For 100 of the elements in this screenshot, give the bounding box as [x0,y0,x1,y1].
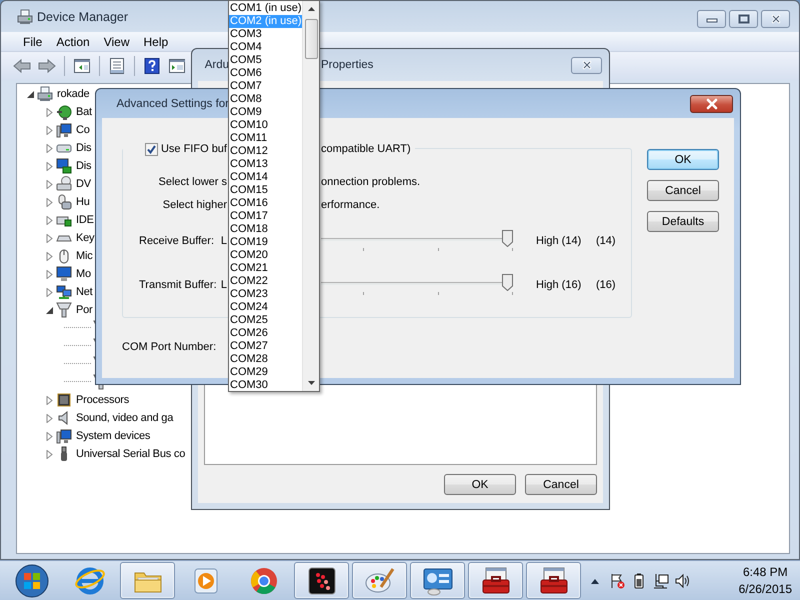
window-pane-icon[interactable] [74,58,90,74]
device-icon [56,194,72,210]
tree-item[interactable]: Co [76,124,90,136]
down-arrow-icon[interactable] [308,381,314,385]
scrollbar[interactable] [302,1,319,391]
menu-item[interactable]: View [96,34,136,48]
expand-arrow-icon[interactable] [45,306,54,314]
list-item[interactable]: COM1 (in use) [229,2,302,15]
list-item[interactable]: COM7 [229,80,302,93]
close-button[interactable] [571,56,602,74]
list-item[interactable]: COM10 [229,119,302,132]
dialog-button[interactable]: Cancel [525,474,597,495]
list-item[interactable]: COM18 [229,223,302,236]
list-item[interactable]: COM25 [229,314,302,327]
list-item[interactable]: COM11 [229,132,302,145]
field-label: Receive Buffer: [139,235,214,247]
list-item[interactable]: COM21 [229,262,302,275]
speaker-icon[interactable] [675,572,691,588]
taskbar-button[interactable] [410,562,465,599]
tree-item[interactable]: Mic [76,250,93,262]
list-item[interactable]: COM26 [229,327,302,340]
checkbox-label: Use FIFO buf [160,143,227,155]
slider-thumb[interactable] [502,274,513,291]
flag-icon[interactable] [609,572,625,588]
close-button[interactable] [690,95,733,113]
tree-item[interactable]: Dis [76,160,92,172]
dialog-button[interactable]: Defaults [647,211,719,232]
expand-arrow-icon[interactable] [26,90,35,98]
dialog-title: Properties [321,59,374,71]
tree-item[interactable]: DV [76,178,91,190]
tree-item[interactable]: rokade [57,88,90,100]
clock[interactable]: 6:48 PM 6/26/2015 [738,564,792,598]
list-item[interactable]: COM23 [229,288,302,301]
clock-date: 6/26/2015 [738,580,792,598]
menu-item[interactable]: Action [49,34,97,48]
list-item[interactable]: COM14 [229,171,302,184]
tree-item[interactable]: System devices [76,430,150,442]
taskbar-button[interactable] [294,562,349,599]
help-icon[interactable] [144,58,160,74]
list-item[interactable]: COM8 [229,93,302,106]
list-item[interactable]: COM4 [229,41,302,54]
tree-item[interactable]: Processors [76,394,130,406]
tree-item[interactable]: Net [76,286,93,298]
tree-item[interactable]: Mo [76,268,91,280]
list-item[interactable]: COM9 [229,106,302,119]
list-item[interactable]: COM30 [229,379,302,392]
tree-item[interactable]: Key [76,232,94,244]
list-item[interactable]: COM17 [229,210,302,223]
list-item[interactable]: COM20 [229,249,302,262]
disc-drive-icon [56,176,72,192]
list-item[interactable]: COM19 [229,236,302,249]
network-icon [56,284,72,300]
scroll-thumb[interactable] [304,19,318,59]
browser-icon [74,564,106,596]
forward-arrow-icon[interactable] [38,58,56,74]
close-icon [770,13,782,25]
scale-label: High (16) [536,279,582,291]
taskbar-button[interactable] [526,562,581,599]
checkbox-label: compatible UART) [321,143,411,155]
minimize-button[interactable] [697,10,726,28]
menu-item[interactable]: Help [136,34,176,48]
dialog-button[interactable]: OK [647,149,719,170]
network-icon[interactable] [653,572,669,588]
list-item[interactable]: COM27 [229,340,302,353]
list-item[interactable]: COM24 [229,301,302,314]
list-item[interactable]: COM15 [229,184,302,197]
tree-item[interactable]: IDE [76,214,94,226]
dialog-title: Advanced Settings for [116,98,229,110]
list-item[interactable]: COM22 [229,275,302,288]
menu-item[interactable]: File [16,34,50,48]
dialog-button[interactable]: OK [444,474,516,495]
hint-text: erformance. [321,199,380,211]
window-pane-icon[interactable] [169,58,185,74]
list-item[interactable]: COM12 [229,145,302,158]
window-title: Device Manager [37,10,128,24]
back-arrow-icon[interactable] [13,58,31,74]
maximize-button[interactable] [729,10,758,28]
dialog-button[interactable]: Cancel [647,180,719,201]
close-icon [706,98,718,110]
list-item[interactable]: COM28 [229,353,302,366]
slider-thumb[interactable] [502,230,513,247]
list-item[interactable]: COM6 [229,67,302,80]
list-item[interactable]: COM13 [229,158,302,171]
up-arrow-icon[interactable] [308,7,314,11]
tree-item[interactable]: Dis [76,142,92,154]
document-icon[interactable] [109,58,125,74]
checkbox[interactable] [144,142,158,156]
scale-label: High (14) [536,235,582,247]
tree-item[interactable]: Bat [76,106,92,118]
tree-item[interactable]: Universal Serial Bus co [76,448,186,460]
taskbar-button[interactable] [468,562,523,599]
close-button[interactable] [761,10,790,28]
list-item[interactable]: COM29 [229,366,302,379]
field-label: Transmit Buffer: [139,279,217,291]
list-item[interactable]: COM16 [229,197,302,210]
list-item[interactable]: COM5 [229,54,302,67]
list-item[interactable]: COM3 [229,28,302,41]
tree-item[interactable]: Hu [76,196,90,208]
tree-item[interactable]: Por [76,304,93,316]
tree-item[interactable]: Sound, video and ga [76,412,174,424]
